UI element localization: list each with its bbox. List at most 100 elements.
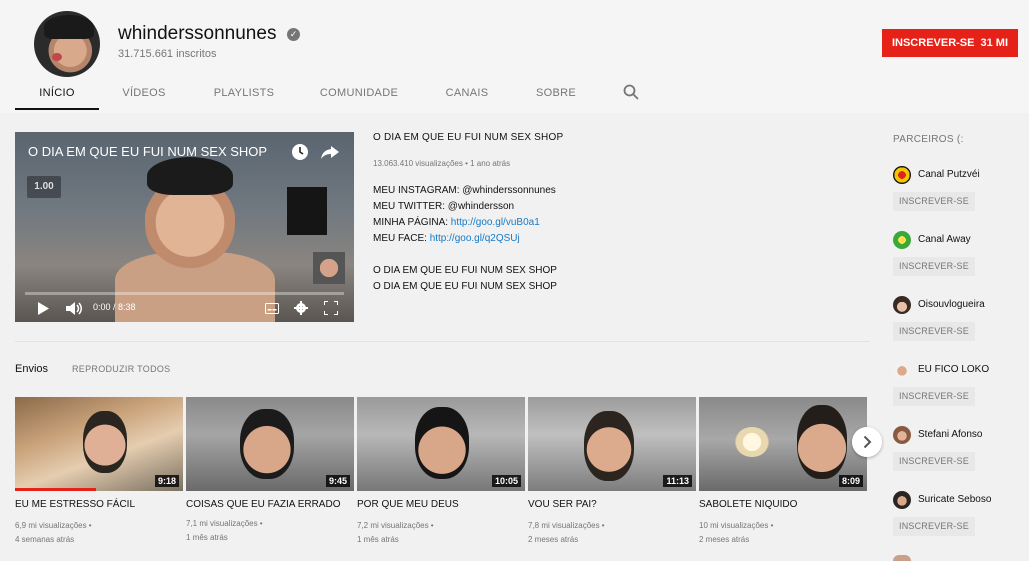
video-duration: 11:13 (663, 475, 692, 487)
tab-videos[interactable]: VÍDEOS (99, 80, 189, 110)
video-meta: 7,2 mi visualizações • 1 mês atrás (357, 519, 525, 547)
video-title[interactable]: SABOLETE NIQUIDO (699, 499, 867, 511)
watch-later-clock-icon[interactable] (291, 143, 309, 161)
video-title[interactable]: EU ME ESTRESSO FÁCIL (15, 499, 183, 511)
video-title[interactable]: COISAS QUE EU FAZIA ERRADO (186, 499, 354, 511)
featured-video-title[interactable]: O DIA EM QUE EU FUI NUM SEX SHOP (373, 132, 853, 143)
video-title[interactable]: VOU SER PAI? (528, 499, 696, 511)
video-meta: 6,9 mi visualizações • 4 semanas atrás (15, 519, 183, 547)
desc-page: MINHA PÁGINA: http://goo.gl/vuB0a1 (373, 215, 853, 231)
partner-avatar[interactable] (893, 426, 911, 444)
partner-subscribe-button[interactable]: INSCREVER-SE (893, 322, 975, 341)
channel-header: whinderssonnunes ✓ 31.715.661 inscritos … (0, 0, 1029, 113)
desc-face-prefix: MEU FACE: (373, 233, 430, 244)
partners-sidebar: PARCEIROS (: Canal Putzvéi INSCREVER-SE … (885, 113, 1029, 561)
video-duration: 10:05 (491, 475, 521, 487)
thumbnail-face-shape (83, 411, 127, 473)
tab-canais[interactable]: CANAIS (419, 80, 515, 110)
partner-avatar-partial (893, 555, 911, 561)
partner-subscribe-button[interactable]: INSCREVER-SE (893, 387, 975, 406)
uploads-shelf-title[interactable]: Envios (15, 363, 48, 375)
video-card[interactable]: 11:13 VOU SER PAI? 7,8 mi visualizações … (528, 397, 696, 547)
desc-gap (373, 247, 853, 263)
partner-name[interactable]: Canal Putzvéi (918, 169, 980, 180)
partner-name[interactable]: Stefani Afonso (918, 429, 983, 440)
shelf-next-chevron-icon[interactable] (852, 427, 882, 457)
player-progress-bar[interactable] (25, 292, 344, 295)
video-card[interactable]: 8:09 SABOLETE NIQUIDO 10 mi visualizaçõe… (699, 397, 867, 547)
subscribe-button[interactable]: INSCREVER-SE 31 MI (882, 29, 1018, 57)
desc-page-link[interactable]: http://goo.gl/vuB0a1 (451, 217, 540, 228)
video-card[interactable]: 9:45 COISAS QUE EU FAZIA ERRADO 7,1 mi v… (186, 397, 354, 545)
video-thumbnail[interactable]: 11:13 (528, 397, 696, 491)
partner-subscribe-button[interactable]: INSCREVER-SE (893, 257, 975, 276)
partner-avatar[interactable] (893, 361, 911, 379)
partner-name[interactable]: Suricate Seboso (918, 494, 991, 505)
video-card[interactable]: 10:05 POR QUE MEU DEUS 7,2 mi visualizaç… (357, 397, 525, 547)
desc-face: MEU FACE: http://goo.gl/q2QSUj (373, 231, 853, 247)
video-age: 2 meses atrás (699, 535, 750, 544)
partner-name[interactable]: EU FICO LOKO (918, 364, 989, 375)
video-duration: 9:45 (325, 475, 350, 487)
verified-check-icon: ✓ (287, 28, 300, 41)
partner-subscribe-button[interactable]: INSCREVER-SE (893, 192, 975, 211)
thumbnail-face-shape (240, 409, 294, 479)
video-age: 4 semanas atrás (15, 535, 75, 544)
channel-avatar[interactable] (34, 11, 100, 77)
channel-tabs: INÍCIO VÍDEOS PLAYLISTS COMUNIDADE CANAI… (15, 80, 597, 110)
fullscreen-icon[interactable] (324, 301, 338, 315)
video-age: 1 mês atrás (357, 535, 399, 544)
partner-subscribe-button[interactable]: INSCREVER-SE (893, 517, 975, 536)
desc-line-1: O DIA EM QUE EU FUI NUM SEX SHOP (373, 265, 557, 276)
video-views: 7,1 mi visualizações • (186, 519, 263, 528)
partner-subscribe-button[interactable]: INSCREVER-SE (893, 452, 975, 471)
channel-name[interactable]: whinderssonnunes (118, 23, 276, 45)
player-tv-shape (287, 187, 327, 235)
tab-comunidade[interactable]: COMUNIDADE (299, 80, 419, 110)
partner-avatar[interactable] (893, 491, 911, 509)
featured-video-player[interactable]: O DIA EM QUE EU FUI NUM SEX SHOP 1.00 0:… (15, 132, 354, 322)
video-thumbnail[interactable]: 8:09 (699, 397, 867, 491)
player-hair-shape (147, 157, 233, 195)
volume-icon[interactable] (66, 302, 83, 315)
play-icon[interactable] (37, 302, 49, 315)
thumbnail-face-shape (415, 407, 469, 479)
tab-inicio[interactable]: INÍCIO (15, 80, 99, 110)
video-meta: 10 mi visualizações • 2 meses atrás (699, 519, 867, 547)
video-views: 7,2 mi visualizações • (357, 521, 434, 530)
video-views: 6,9 mi visualizações • (15, 521, 92, 530)
video-views: 10 mi visualizações • (699, 521, 774, 530)
partner-avatar[interactable] (893, 166, 911, 184)
video-thumbnail[interactable]: 9:18 (15, 397, 183, 491)
video-card[interactable]: 9:18 EU ME ESTRESSO FÁCIL 6,9 mi visuali… (15, 397, 183, 547)
video-age: 1 mês atrás (186, 533, 228, 542)
settings-gear-icon[interactable] (294, 301, 308, 315)
featured-video-info: O DIA EM QUE EU FUI NUM SEX SHOP 13.063.… (373, 132, 853, 295)
partner-avatar[interactable] (893, 231, 911, 249)
featured-video-description: MEU INSTAGRAM: @whinderssonnunes MEU TWI… (373, 183, 853, 295)
player-corner-thumbnail (313, 252, 345, 284)
uploads-shelf: 9:18 EU ME ESTRESSO FÁCIL 6,9 mi visuali… (15, 397, 885, 557)
thumbnail-face-shape (797, 405, 847, 479)
play-all-link[interactable]: REPRODUZIR TODOS (72, 364, 170, 374)
partner-name[interactable]: Canal Away (918, 234, 971, 245)
video-duration: 9:18 (154, 475, 179, 487)
share-icon[interactable] (320, 143, 340, 161)
partner-avatar[interactable] (893, 296, 911, 314)
desc-face-link[interactable]: http://goo.gl/q2QSUj (430, 233, 520, 244)
player-title[interactable]: O DIA EM QUE EU FUI NUM SEX SHOP (28, 144, 267, 159)
tab-playlists[interactable]: PLAYLISTS (189, 80, 299, 110)
player-time: 0:00 / 8:38 (93, 302, 136, 312)
subtitles-icon[interactable] (265, 303, 279, 314)
watched-progress-bar (15, 488, 96, 491)
tab-sobre[interactable]: SOBRE (515, 80, 597, 110)
search-icon[interactable] (623, 84, 639, 100)
avatar-tongue (52, 53, 62, 61)
partners-title: PARCEIROS (: (893, 134, 964, 145)
video-thumbnail[interactable]: 10:05 (357, 397, 525, 491)
video-title[interactable]: POR QUE MEU DEUS (357, 499, 525, 511)
video-thumbnail[interactable]: 9:45 (186, 397, 354, 491)
thumbnail-face-shape (584, 411, 634, 481)
partner-name[interactable]: Oisouvlogueira (918, 299, 985, 310)
speed-badge: 1.00 (27, 176, 61, 198)
